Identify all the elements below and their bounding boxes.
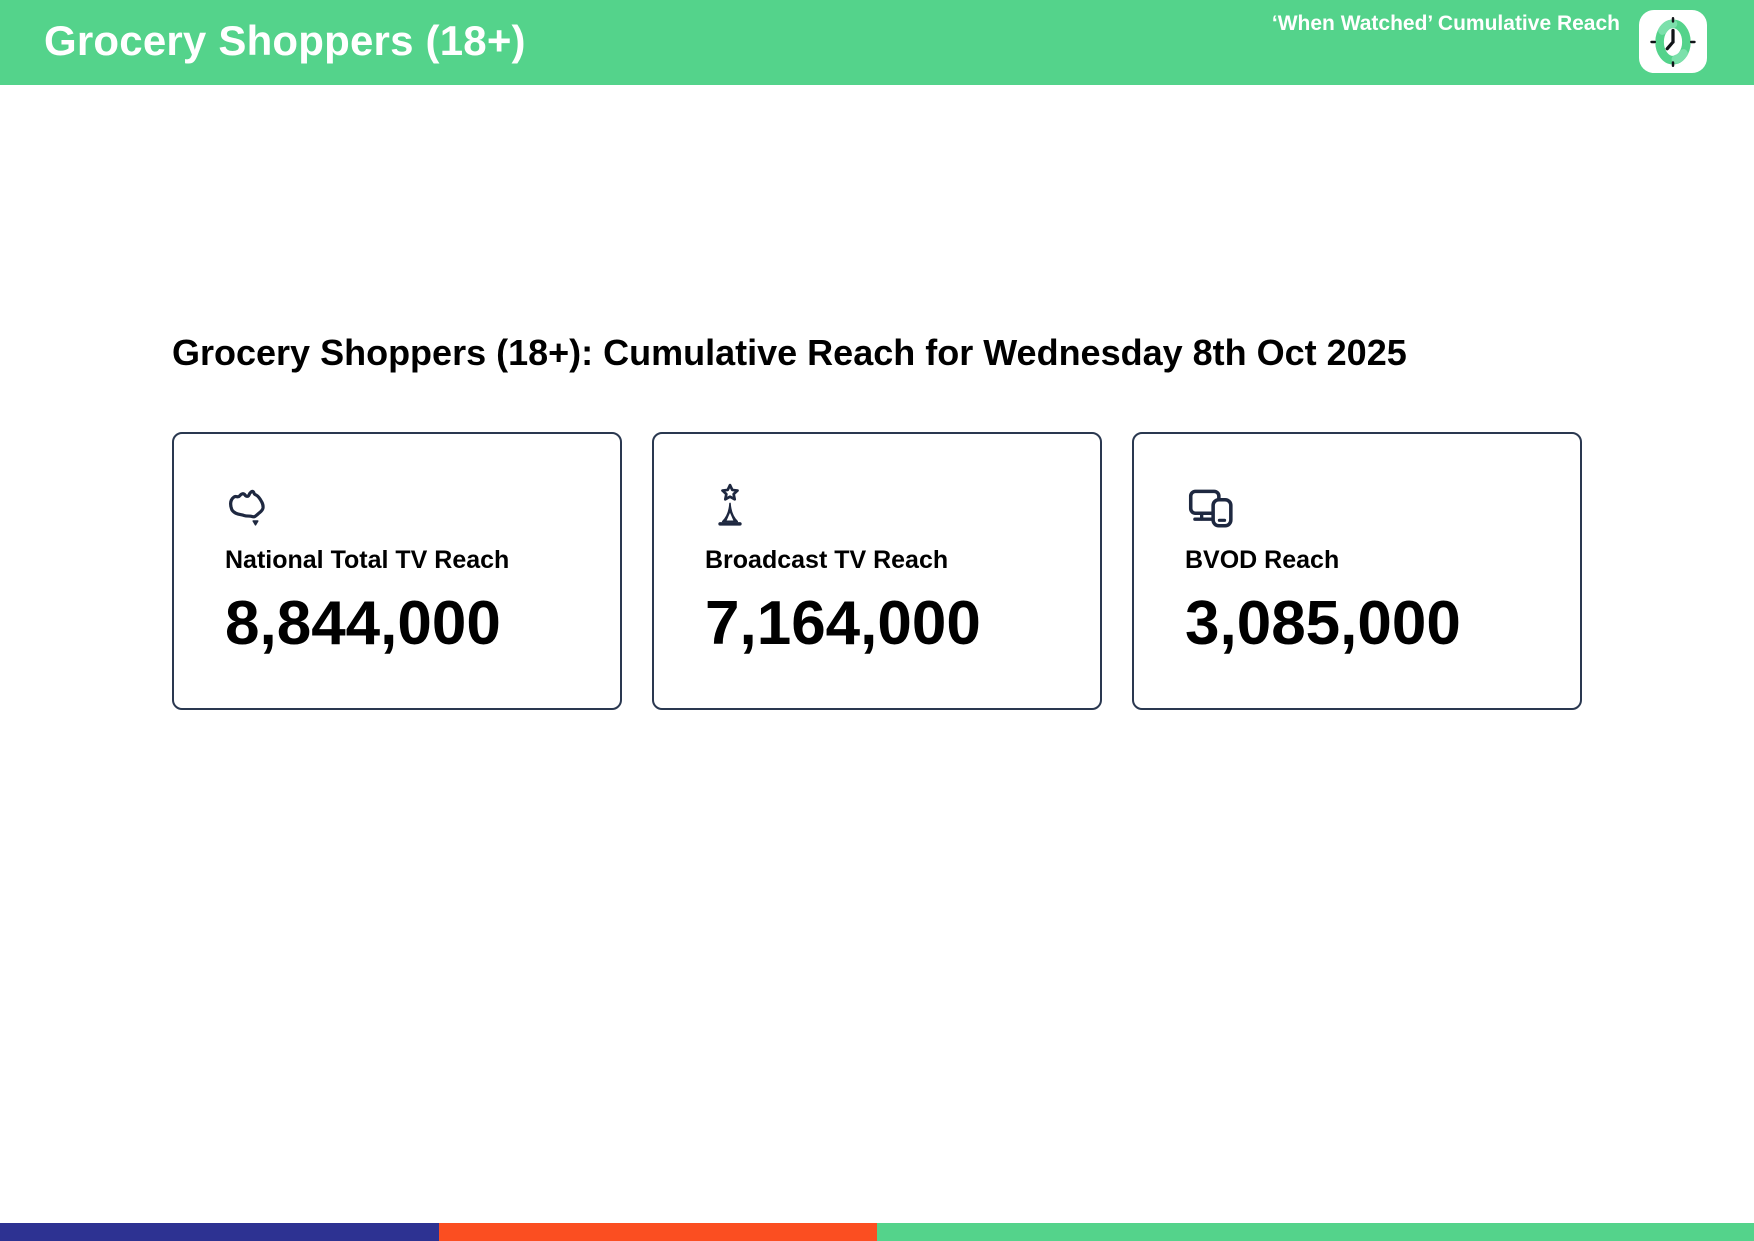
card-bvod-reach: BVOD Reach 3,085,000: [1132, 432, 1582, 710]
footer-segment-orange: [438, 1223, 877, 1241]
devices-icon: [1185, 482, 1235, 532]
broadcast-tower-icon: [705, 482, 755, 532]
footer-segment-green: [877, 1223, 1754, 1241]
card-value: 7,164,000: [705, 589, 981, 658]
clock-icon: [1650, 16, 1696, 67]
header-subtitle: ‘When Watched’ Cumulative Reach: [1271, 12, 1620, 35]
app-header: Grocery Shoppers (18+) ‘When Watched’ Cu…: [0, 0, 1754, 85]
app-logo: [1639, 10, 1707, 73]
card-label: Broadcast TV Reach: [705, 546, 949, 574]
card-value: 8,844,000: [225, 589, 501, 658]
metric-cards: National Total TV Reach 8,844,000 Broadc…: [172, 432, 1582, 710]
footer-color-bar: [0, 1223, 1754, 1241]
card-broadcast-tv-reach: Broadcast TV Reach 7,164,000: [652, 432, 1102, 710]
australia-map-icon: [225, 482, 275, 532]
card-label: National Total TV Reach: [225, 546, 510, 574]
app-title: Grocery Shoppers (18+): [44, 16, 526, 64]
footer-segment-blue: [0, 1223, 439, 1241]
page-title: Grocery Shoppers (18+): Cumulative Reach…: [172, 332, 1407, 373]
card-national-total-tv-reach: National Total TV Reach 8,844,000: [172, 432, 622, 710]
card-label: BVOD Reach: [1185, 546, 1340, 574]
card-value: 3,085,000: [1185, 589, 1461, 658]
